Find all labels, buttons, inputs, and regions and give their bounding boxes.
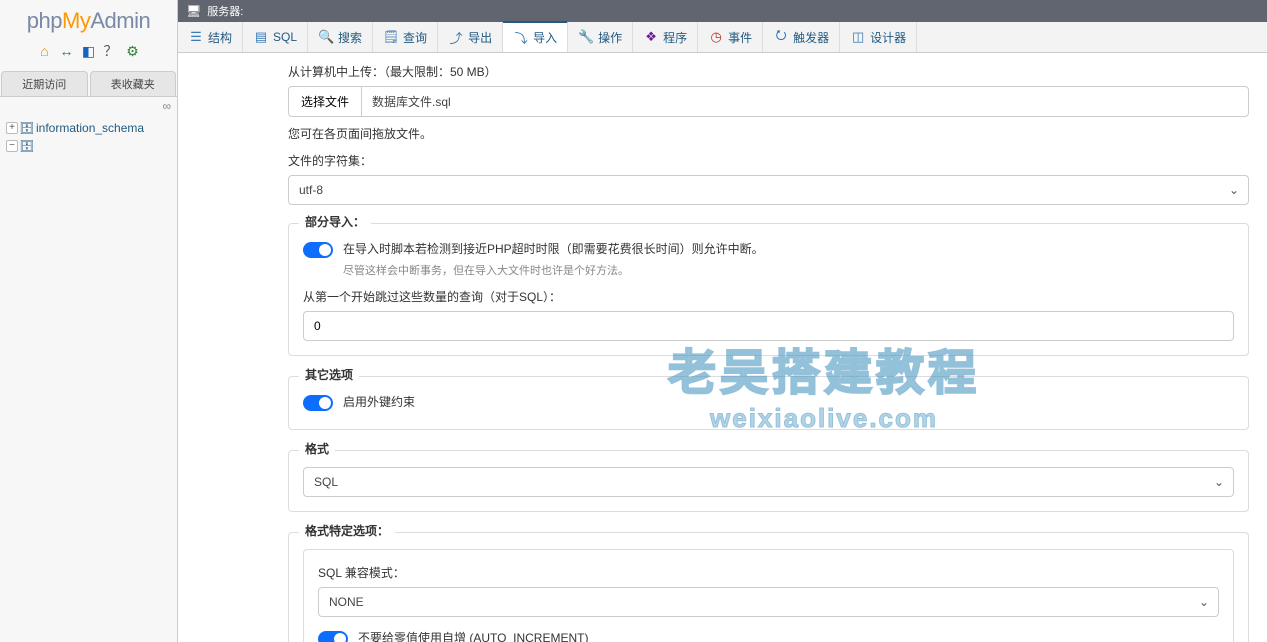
main: 🖥 服务器: ☰结构 ▤SQL 🔍搜索 🗒查询 ⤴导出 ⤵导入 🔧操作 ❖程序 … xyxy=(178,0,1267,642)
format-options-legend: 格式特定选项： xyxy=(299,522,395,539)
breadcrumb: 🖥 服务器: xyxy=(178,0,1267,22)
skip-queries-input[interactable] xyxy=(303,311,1234,341)
collapse-icon[interactable]: − xyxy=(6,140,18,152)
trigger-icon: ⭮ xyxy=(773,29,789,45)
autoincr-toggle[interactable] xyxy=(318,631,348,642)
db-icon[interactable]: ◧ xyxy=(81,43,97,59)
choose-file-button[interactable]: 选择文件 xyxy=(288,86,362,117)
partial-legend: 部分导入： xyxy=(299,213,371,230)
compat-select[interactable]: NONE xyxy=(318,587,1219,617)
partial-import-fieldset: 部分导入： 在导入时脚本若检测到接近PHP超时时限（即需要花费很长时间）则允许中… xyxy=(288,223,1249,356)
import-icon: ⤵ xyxy=(513,30,529,46)
breadcrumb-server[interactable]: 服务器: xyxy=(207,3,243,19)
charset-label: 文件的字符集： xyxy=(288,152,1249,169)
foreign-key-toggle[interactable] xyxy=(303,395,333,411)
exit-icon[interactable]: ↔ xyxy=(59,43,75,59)
expand-icon[interactable]: + xyxy=(6,122,18,134)
settings-icon[interactable]: ⚙ xyxy=(125,43,141,59)
allow-interrupt-label: 在导入时脚本若检测到接近PHP超时时限（即需要花费很长时间）则允许中断。 xyxy=(343,240,764,257)
db-node-icon: 🗄 xyxy=(20,139,34,153)
upload-label: 从计算机中上传：（最大限制：50 MB） xyxy=(288,63,1249,80)
export-icon: ⤴ xyxy=(448,29,464,45)
format-legend: 格式 xyxy=(299,440,335,457)
allow-interrupt-toggle[interactable] xyxy=(303,242,333,258)
main-tabs: ☰结构 ▤SQL 🔍搜索 🗒查询 ⤴导出 ⤵导入 🔧操作 ❖程序 ◷事件 ⭮触发… xyxy=(178,22,1267,53)
format-select[interactable]: SQL xyxy=(303,467,1234,497)
designer-icon: ◫ xyxy=(850,29,866,45)
foreign-key-label: 启用外键约束 xyxy=(343,393,415,410)
sidebar-tab-recent[interactable]: 近期访问 xyxy=(1,71,88,96)
tab-query[interactable]: 🗒查询 xyxy=(373,22,438,52)
allow-interrupt-hint: 尽管这样会中断事务，但在导入大文件时也许是个好方法。 xyxy=(343,262,1234,278)
search-icon: 🔍 xyxy=(318,29,334,45)
chosen-file-name: 数据库文件.sql xyxy=(362,86,1249,117)
tab-search[interactable]: 🔍搜索 xyxy=(308,22,373,52)
sql-icon: ▤ xyxy=(253,29,269,45)
db-tree: + 🗄 information_schema − 🗄 xyxy=(0,115,177,159)
tab-routines[interactable]: ❖程序 xyxy=(633,22,698,52)
tree-row-collapsed[interactable]: − 🗄 xyxy=(2,137,175,155)
tree-label: information_schema xyxy=(36,121,144,135)
other-legend: 其它选项 xyxy=(299,366,359,383)
tab-events[interactable]: ◷事件 xyxy=(698,22,763,52)
help-icon[interactable]: ？ xyxy=(103,43,119,59)
sidebar: phpMyAdmin ⌂ ↔ ◧ ？ ⚙ 近期访问 表收藏夹 ∞ + 🗄 inf… xyxy=(0,0,178,642)
sidebar-tab-favorites[interactable]: 表收藏夹 xyxy=(90,71,177,96)
db-node-icon: 🗄 xyxy=(20,121,34,135)
other-options-fieldset: 其它选项 启用外键约束 xyxy=(288,376,1249,430)
tab-sql[interactable]: ▤SQL xyxy=(243,22,308,52)
format-fieldset: 格式 SQL ⌄ xyxy=(288,450,1249,512)
query-icon: 🗒 xyxy=(383,29,399,45)
server-icon: 🖥 xyxy=(186,4,201,18)
sidebar-quick-icons: ⌂ ↔ ◧ ？ ⚙ xyxy=(0,39,177,67)
content-scroll[interactable]: 从计算机中上传：（最大限制：50 MB） 选择文件 数据库文件.sql 您可在各… xyxy=(178,53,1267,642)
tab-structure[interactable]: ☰结构 xyxy=(178,22,243,52)
autoincr-label: 不要给零值使用自增 (AUTO_INCREMENT) xyxy=(358,629,588,642)
upload-section: 从计算机中上传：（最大限制：50 MB） 选择文件 数据库文件.sql 您可在各… xyxy=(288,63,1249,205)
wrench-icon: 🔧 xyxy=(578,29,594,45)
drag-hint: 您可在各页面间拖放文件。 xyxy=(288,125,1249,142)
tab-designer[interactable]: ◫设计器 xyxy=(840,22,917,52)
charset-select[interactable]: utf-8 xyxy=(288,175,1249,205)
routine-icon: ❖ xyxy=(643,29,659,45)
home-icon[interactable]: ⌂ xyxy=(37,43,53,59)
sidebar-tabs: 近期访问 表收藏夹 xyxy=(0,71,177,97)
tree-row-info-schema[interactable]: + 🗄 information_schema xyxy=(2,119,175,137)
tab-operations[interactable]: 🔧操作 xyxy=(568,22,633,52)
format-options-fieldset: 格式特定选项： SQL 兼容模式： NONE ⌄ 不要给零值使用自增 (AUTO… xyxy=(288,532,1249,642)
tab-triggers[interactable]: ⭮触发器 xyxy=(763,22,840,52)
sidebar-filter[interactable]: ∞ xyxy=(0,97,177,115)
logo[interactable]: phpMyAdmin xyxy=(0,0,177,39)
tab-import[interactable]: ⤵导入 xyxy=(503,21,568,52)
compat-label: SQL 兼容模式： xyxy=(318,564,1219,581)
event-icon: ◷ xyxy=(708,29,724,45)
list-icon: ☰ xyxy=(188,29,204,45)
tab-export[interactable]: ⤴导出 xyxy=(438,22,503,52)
skip-queries-label: 从第一个开始跳过这些数量的查询（对于SQL）： xyxy=(303,288,1234,305)
